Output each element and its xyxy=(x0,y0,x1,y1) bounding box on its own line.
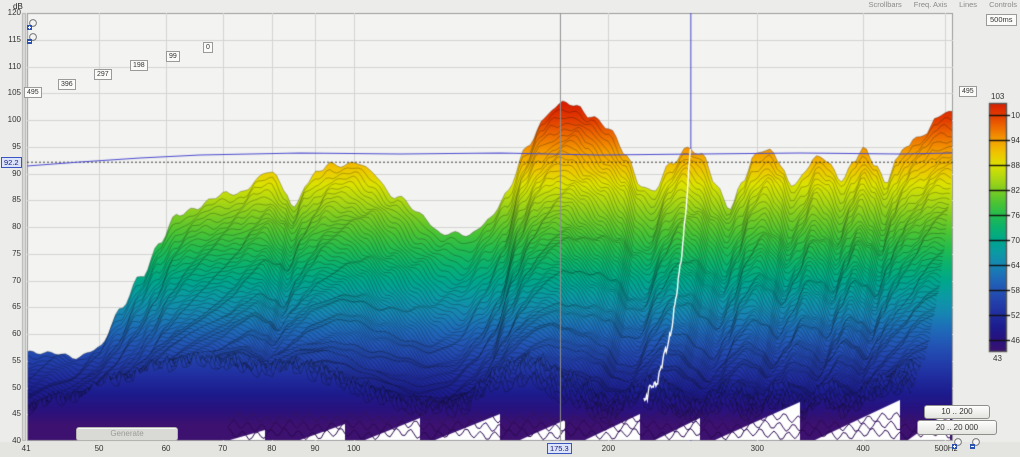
time-axis-label: 0 xyxy=(203,42,213,53)
colorbar-tick-label: 70 xyxy=(1011,235,1020,245)
y-tick-label: 60 xyxy=(12,329,21,338)
menu-scrollbars[interactable]: Scrollbars xyxy=(868,0,901,9)
colorbar-tick-label: 58 xyxy=(1011,285,1020,295)
time-axis-label: 99 xyxy=(166,51,180,62)
zoom-out-icon[interactable] xyxy=(26,32,39,45)
colorbar-tick-label: 64 xyxy=(1011,260,1020,270)
y-tick-label: 80 xyxy=(12,222,21,231)
y-tick-label: 65 xyxy=(12,302,21,312)
colorbar-max-label: 103 xyxy=(991,92,1005,101)
y-tick-label: 100 xyxy=(7,115,21,124)
y-tick-label: 75 xyxy=(12,248,21,258)
y-tick-label: 110 xyxy=(8,61,21,71)
x-tick-label: 90 xyxy=(310,444,320,453)
x-tick-label: 200 xyxy=(601,444,616,453)
top-menu: Scrollbars Freq. Axis Lines Controls xyxy=(868,0,1017,9)
x-tick-label: 41 xyxy=(21,444,31,453)
time-scale-badge: 500ms xyxy=(986,14,1017,26)
colorbar-tick-label: 52 xyxy=(1011,310,1020,320)
cursor-freq-badge: 175.3 xyxy=(546,443,572,454)
y-tick-label: 50 xyxy=(12,382,21,392)
y-tick-label: 120 xyxy=(7,8,21,17)
y-tick-label: 55 xyxy=(12,355,21,365)
x-tick-label: 100 xyxy=(347,444,361,453)
menu-freq-axis[interactable]: Freq. Axis xyxy=(914,0,947,9)
y-tick-label: 45 xyxy=(12,409,21,419)
x-tick-label: 80 xyxy=(267,444,277,453)
y-tick-label: 95 xyxy=(12,141,21,151)
freq-zoom-in-icon[interactable] xyxy=(951,437,964,450)
generate-button[interactable]: Generate xyxy=(76,427,178,441)
zoom-in-icon[interactable] xyxy=(26,18,39,31)
time-axis-label-right: 495 xyxy=(959,86,977,97)
waterfall-canvas[interactable] xyxy=(0,0,1020,457)
y-tick-label: 90 xyxy=(12,168,21,178)
colorbar-min-label: 43 xyxy=(993,354,1002,363)
time-axis-label: 198 xyxy=(130,60,148,71)
x-tick-label: 400 xyxy=(856,444,870,453)
y-tick-label: 70 xyxy=(12,275,21,285)
y-tick-label: 85 xyxy=(12,195,21,205)
colorbar-tick-label: 88 xyxy=(1011,161,1020,171)
menu-controls[interactable]: Controls xyxy=(989,0,1017,9)
colorbar-tick-label: 82 xyxy=(1011,186,1020,196)
freq-zoom-out-icon[interactable] xyxy=(969,437,982,450)
range-20-20000-button[interactable]: 20 .. 20 000 xyxy=(917,420,997,435)
x-tick-label: 70 xyxy=(218,444,228,453)
time-axis-label: 495 xyxy=(24,87,42,98)
y-tick-label: 105 xyxy=(7,88,21,98)
time-axis-label: 297 xyxy=(94,69,112,80)
colorbar-tick-label: 76 xyxy=(1011,211,1020,221)
menu-lines[interactable]: Lines xyxy=(959,0,977,9)
x-tick-label: 300 xyxy=(750,444,765,453)
colorbar-tick-label: 100 xyxy=(1011,111,1020,121)
cursor-level-badge: 92.2 xyxy=(1,157,22,168)
waterfall-app-window: Scrollbars Freq. Axis Lines Controls dB … xyxy=(0,0,1020,457)
colorbar-tick-label: 46 xyxy=(1011,335,1020,345)
time-axis-label: 396 xyxy=(58,79,76,90)
x-tick-label: 50 xyxy=(94,444,104,453)
range-10-200-button[interactable]: 10 .. 200 xyxy=(924,405,990,419)
y-tick-label: 115 xyxy=(8,34,21,44)
x-tick-label: 60 xyxy=(161,444,171,453)
colorbar-tick-label: 94 xyxy=(1011,136,1020,146)
